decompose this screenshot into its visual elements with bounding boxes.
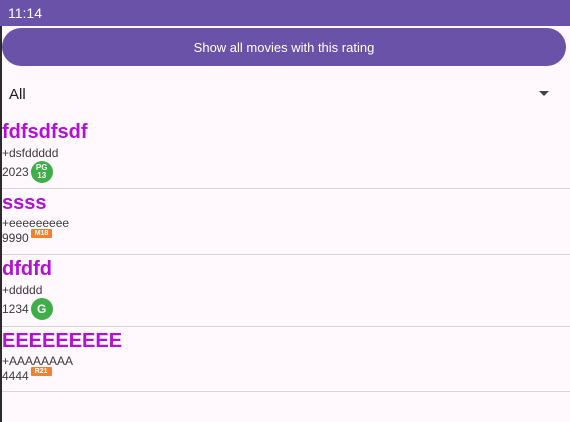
movie-subtitle: +AAAAAAAA [2, 354, 74, 368]
movie-title: EEEEEEEEE [2, 330, 123, 352]
rating-filter-value: All [9, 86, 26, 103]
movie-list-item[interactable]: ssss +eeeeeeeee 9990 M18 [2, 189, 570, 255]
movie-title: fdfsdfsdf [2, 121, 88, 143]
dropdown-arrow-icon[interactable] [539, 91, 549, 96]
movie-year: 9990 [2, 231, 29, 245]
movie-year: 1234 [2, 301, 29, 316]
movie-subtitle: +dsfddddd [2, 146, 59, 160]
movie-list-item[interactable]: dfdfd +ddddd 1234 G [2, 255, 570, 327]
movie-year: 4444 [2, 369, 29, 383]
movie-title: ssss [2, 192, 47, 214]
rating-badge-m18: M18 [30, 229, 53, 238]
movie-list-item[interactable]: EEEEEEEEE +AAAAAAAA 4444 R21 [2, 327, 570, 392]
movie-year: 2023 [2, 164, 29, 179]
rating-badge-r21: R21 [30, 367, 52, 376]
movie-list: fdfsdfsdf +dsfddddd 2023 PG 13 ssss +eee… [2, 118, 570, 392]
rating-badge-g: G [30, 298, 53, 320]
status-bar: 11:14 [0, 0, 570, 26]
show-all-movies-button[interactable]: Show all movies with this rating [2, 28, 566, 66]
movie-subtitle: +ddddd [2, 283, 43, 297]
movie-title: dfdfd [2, 258, 52, 280]
rating-filter-dropdown[interactable]: All [2, 80, 568, 108]
movie-list-item[interactable]: fdfsdfsdf +dsfddddd 2023 PG 13 [2, 118, 570, 189]
rating-badge-pg13: PG 13 [30, 161, 53, 183]
status-time: 11:14 [8, 5, 42, 21]
